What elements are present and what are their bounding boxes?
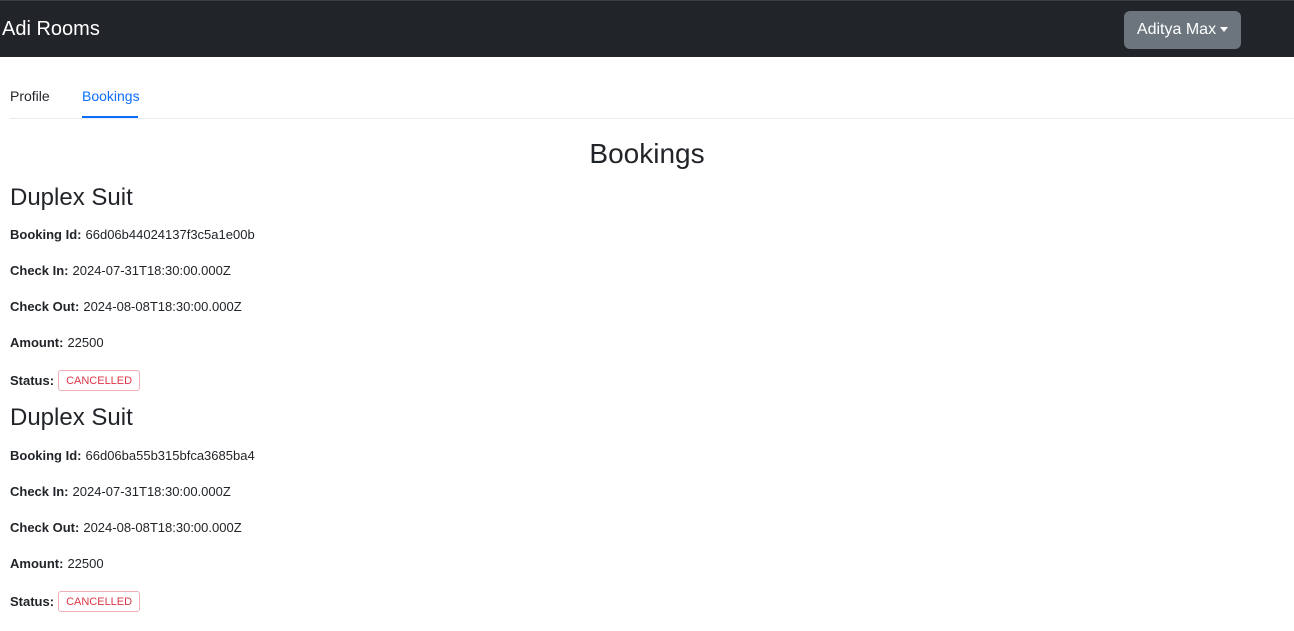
check-in-value: 2024-07-31T18:30:00.000Z xyxy=(72,484,231,499)
top-navbar: Adi Rooms Aditya Max xyxy=(0,0,1294,57)
booking-id-row: Booking Id: 66d06b44024137f3c5a1e00b xyxy=(10,227,255,243)
status-row: Status: CANCELLED xyxy=(10,591,141,613)
check-out-label: Check Out: xyxy=(10,299,80,314)
booking-id-row: Booking Id: 66d06ba55b315bfca3685ba4 xyxy=(10,448,255,464)
check-in-label: Check In: xyxy=(10,484,69,499)
amount-value: 22500 xyxy=(67,556,104,571)
status-badge: CANCELLED xyxy=(58,591,141,612)
booking-id-label: Booking Id: xyxy=(10,448,82,463)
booking-id-value: 66d06b44024137f3c5a1e00b xyxy=(85,227,255,242)
amount-value: 22500 xyxy=(67,335,104,350)
amount-label: Amount: xyxy=(10,335,64,350)
profile-tabs: Profile Bookings xyxy=(10,57,1294,119)
status-badge: CANCELLED xyxy=(58,370,141,391)
status-row: Status: CANCELLED xyxy=(10,370,141,392)
booking-id-label: Booking Id: xyxy=(10,227,82,242)
caret-down-icon xyxy=(1220,26,1229,32)
check-in-row: Check In: 2024-07-31T18:30:00.000Z xyxy=(10,263,231,279)
check-out-row: Check Out: 2024-08-08T18:30:00.000Z xyxy=(10,520,242,536)
check-out-value: 2024-08-08T18:30:00.000Z xyxy=(83,299,242,314)
room-name: Duplex Suit xyxy=(10,404,133,431)
amount-row: Amount: 22500 xyxy=(10,335,104,351)
check-in-value: 2024-07-31T18:30:00.000Z xyxy=(72,263,231,278)
page-title: Bookings xyxy=(589,138,705,169)
check-in-label: Check In: xyxy=(10,263,69,278)
amount-label: Amount: xyxy=(10,556,64,571)
status-label: Status: xyxy=(10,594,55,609)
user-menu-button[interactable]: Aditya Max xyxy=(1124,11,1241,49)
user-menu-label: Aditya Max xyxy=(1136,21,1217,38)
check-in-row: Check In: 2024-07-31T18:30:00.000Z xyxy=(10,484,231,500)
check-out-value: 2024-08-08T18:30:00.000Z xyxy=(83,520,242,535)
brand-link[interactable]: Adi Rooms xyxy=(2,17,100,41)
tab-bookings[interactable]: Bookings xyxy=(82,88,140,104)
tab-profile[interactable]: Profile xyxy=(10,88,50,104)
amount-row: Amount: 22500 xyxy=(10,556,104,572)
active-tab-indicator xyxy=(82,116,138,118)
status-label: Status: xyxy=(10,373,55,388)
booking-id-value: 66d06ba55b315bfca3685ba4 xyxy=(85,448,255,463)
room-name: Duplex Suit xyxy=(10,184,133,211)
check-out-row: Check Out: 2024-08-08T18:30:00.000Z xyxy=(10,299,242,315)
check-out-label: Check Out: xyxy=(10,520,80,535)
